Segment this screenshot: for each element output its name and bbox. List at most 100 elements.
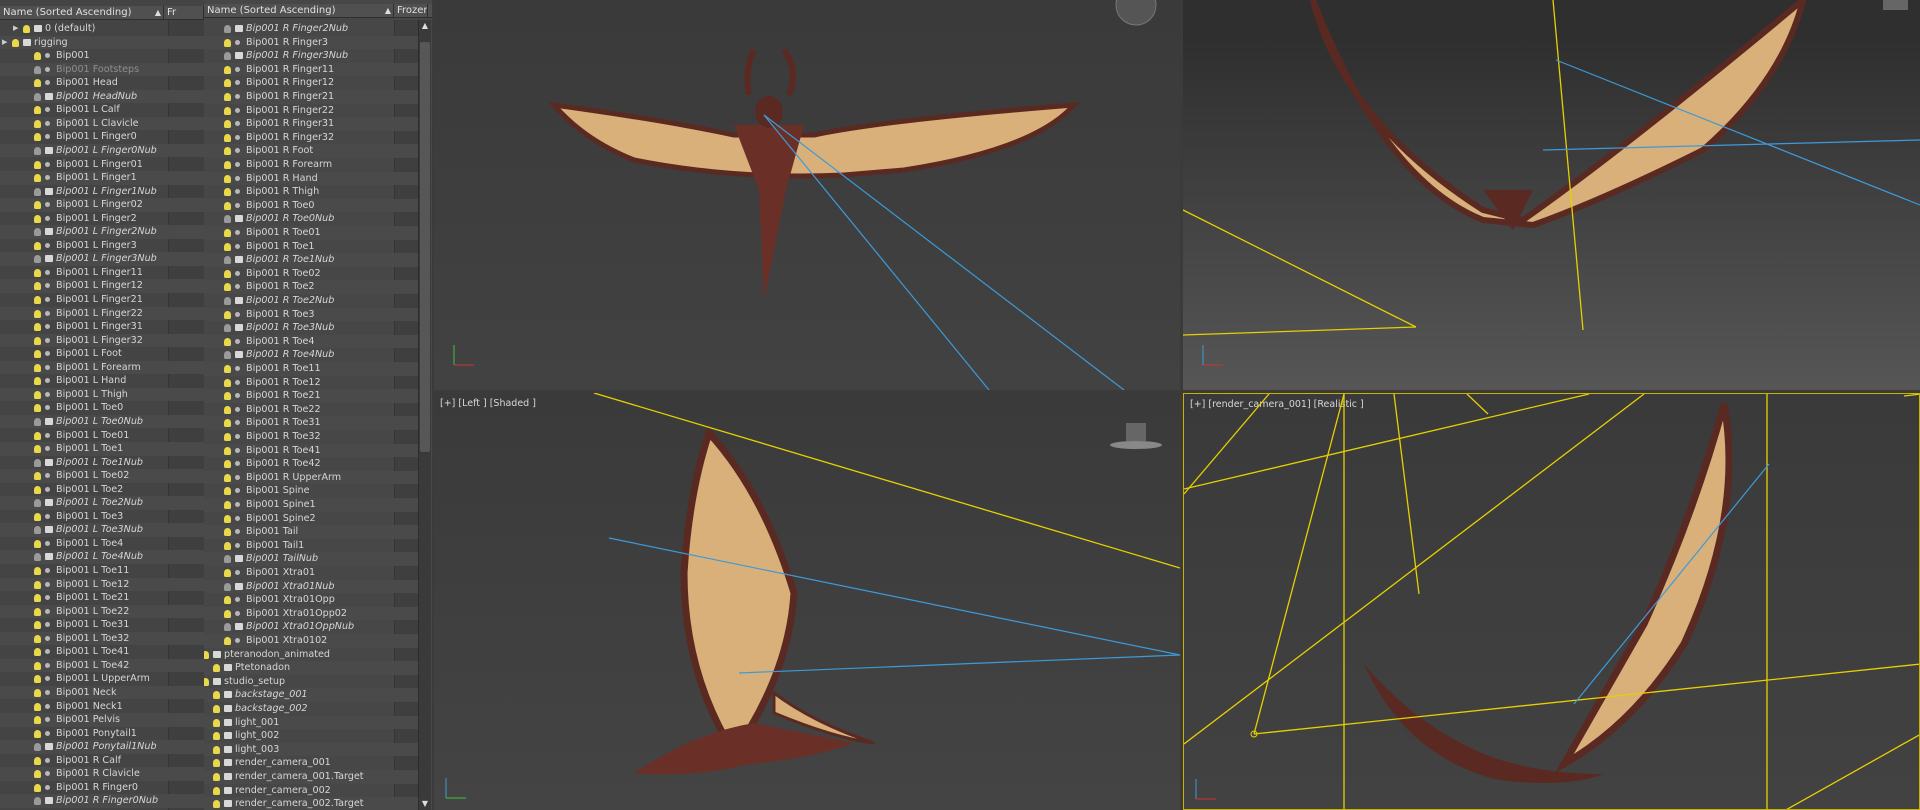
explorer-row[interactable]: Bip001 R Toe3 bbox=[204, 307, 432, 322]
explorer-row[interactable]: Bip001 L Toe21 bbox=[0, 591, 204, 605]
visibility-bulb-icon[interactable] bbox=[34, 472, 41, 481]
visibility-bulb-icon[interactable] bbox=[34, 688, 41, 697]
visibility-bulb-icon[interactable] bbox=[224, 25, 231, 33]
explorer-row[interactable]: Bip001 L Toe1 bbox=[0, 442, 204, 456]
explorer-row[interactable]: Bip001 R Thigh bbox=[204, 185, 432, 199]
visibility-bulb-icon[interactable] bbox=[213, 732, 220, 741]
explorer-row[interactable]: Bip001 Xtra01Opp02 bbox=[204, 606, 432, 621]
expand-arrow-icon[interactable]: ▶ bbox=[2, 36, 7, 50]
explorer-row[interactable]: Bip001 L Clavicle bbox=[0, 116, 204, 131]
visibility-bulb-icon[interactable] bbox=[34, 621, 41, 630]
visibility-bulb-icon[interactable] bbox=[213, 759, 220, 768]
explorer-row[interactable]: Bip001 R Toe3Nub bbox=[204, 321, 432, 335]
visibility-bulb-icon[interactable] bbox=[224, 147, 231, 156]
visibility-bulb-icon[interactable] bbox=[34, 187, 41, 196]
visibility-bulb-icon[interactable] bbox=[34, 336, 41, 345]
explorer-row[interactable]: Bip001 Xtra01Nub bbox=[204, 579, 432, 594]
visibility-bulb-icon[interactable] bbox=[34, 363, 41, 372]
explorer-row[interactable]: Bip001 R Toe0 bbox=[204, 198, 432, 213]
explorer-row[interactable]: Bip001 R Finger21 bbox=[204, 90, 432, 104]
explorer-row[interactable]: render_camera_002.Target bbox=[204, 797, 432, 810]
explorer-row[interactable]: Bip001 L Toe3 bbox=[0, 510, 204, 524]
explorer-row[interactable]: Bip001 L Toe4Nub bbox=[0, 550, 204, 564]
visibility-bulb-icon[interactable] bbox=[34, 228, 41, 237]
visibility-bulb-icon[interactable] bbox=[224, 596, 231, 605]
explorer-row[interactable]: Bip001 L Finger3Nub bbox=[0, 252, 204, 266]
explorer-row[interactable]: Bip001 L Finger0 bbox=[0, 130, 204, 144]
visibility-bulb-icon[interactable] bbox=[34, 499, 41, 508]
visibility-bulb-icon[interactable] bbox=[34, 417, 41, 426]
visibility-bulb-icon[interactable] bbox=[34, 743, 41, 752]
explorer-row[interactable]: Bip001 L Toe0 bbox=[0, 401, 204, 415]
explorer-row[interactable]: Bip001 L Calf bbox=[0, 103, 204, 117]
explorer-row[interactable]: Bip001 Pelvis bbox=[0, 713, 204, 727]
explorer-row[interactable]: Bip001 R Toe21 bbox=[204, 389, 432, 403]
viewport-camera[interactable]: [+] [render_camera_001] [Realistic ] bbox=[1183, 393, 1920, 810]
explorer-row[interactable]: Bip001 R Toe01 bbox=[204, 226, 432, 240]
explorer-row[interactable]: Ptetonadon bbox=[204, 661, 432, 675]
explorer-row[interactable]: Bip001 R Toe42 bbox=[204, 457, 432, 471]
visibility-bulb-icon[interactable] bbox=[34, 282, 41, 291]
explorer-row[interactable]: Bip001 L Toe3Nub bbox=[0, 523, 204, 537]
explorer-row[interactable]: render_camera_001 bbox=[204, 756, 432, 770]
explorer-row[interactable]: Bip001 R Toe32 bbox=[204, 430, 432, 444]
frozen-column-header[interactable]: Frozen bbox=[394, 4, 428, 17]
explorer-row[interactable]: Bip001 L Toe11 bbox=[0, 564, 204, 578]
explorer-row[interactable]: Bip001 Ponytail1 bbox=[0, 727, 204, 741]
explorer-row[interactable]: Bip001 L Toe41 bbox=[0, 645, 204, 659]
visibility-bulb-icon[interactable] bbox=[34, 174, 41, 183]
visibility-bulb-icon[interactable] bbox=[224, 365, 231, 373]
explorer-row[interactable]: Bip001 L UpperArm bbox=[0, 672, 204, 686]
explorer-row[interactable]: Bip001 R Toe4 bbox=[204, 334, 432, 349]
visibility-bulb-icon[interactable] bbox=[213, 664, 220, 673]
explorer-row[interactable]: Bip001 L Toe31 bbox=[0, 618, 204, 632]
visibility-bulb-icon[interactable] bbox=[204, 650, 209, 659]
explorer-row[interactable]: Bip001 L Toe32 bbox=[0, 631, 204, 646]
explorer-row[interactable]: Bip001 R Toe22 bbox=[204, 403, 432, 417]
visibility-bulb-icon[interactable] bbox=[34, 404, 41, 413]
scroll-up-icon[interactable]: ▲ bbox=[419, 20, 431, 32]
visibility-bulb-icon[interactable] bbox=[224, 637, 231, 645]
visibility-bulb-icon[interactable] bbox=[224, 283, 231, 292]
explorer-row[interactable]: Bip001 L Finger31 bbox=[0, 320, 204, 334]
explorer-row[interactable]: Bip001 Ponytail1Nub bbox=[0, 740, 204, 754]
visibility-bulb-icon[interactable] bbox=[34, 390, 41, 399]
visibility-bulb-icon[interactable] bbox=[34, 634, 41, 643]
explorer-row[interactable]: Bip001 R Toe1Nub bbox=[204, 253, 432, 267]
explorer-row[interactable]: Bip001 L Toe42 bbox=[0, 658, 204, 673]
explorer-row[interactable]: Bip001 R Finger32 bbox=[204, 131, 432, 145]
explorer-row[interactable]: ▶studio_setup bbox=[204, 675, 432, 689]
explorer-row[interactable]: Bip001 R Toe2 bbox=[204, 280, 432, 294]
visibility-bulb-icon[interactable] bbox=[224, 514, 231, 523]
explorer-row[interactable]: Bip001 R Toe4Nub bbox=[204, 348, 432, 362]
visibility-bulb-icon[interactable] bbox=[34, 607, 41, 616]
visibility-bulb-icon[interactable] bbox=[224, 351, 231, 360]
explorer-row[interactable]: Bip001 TailNub bbox=[204, 552, 432, 566]
visibility-bulb-icon[interactable] bbox=[12, 38, 19, 47]
explorer-row[interactable]: Bip001 R Toe02 bbox=[204, 267, 432, 281]
explorer-row[interactable]: Bip001 L Toe2Nub bbox=[0, 496, 204, 510]
explorer-row[interactable]: Bip001 L Thigh bbox=[0, 387, 204, 402]
explorer-row[interactable]: Bip001 L Toe02 bbox=[0, 469, 204, 483]
explorer-row[interactable]: Bip001 R Toe2Nub bbox=[204, 294, 432, 308]
visibility-bulb-icon[interactable] bbox=[34, 323, 41, 332]
visibility-bulb-icon[interactable] bbox=[224, 623, 231, 632]
visibility-bulb-icon[interactable] bbox=[224, 161, 231, 169]
explorer-row[interactable]: Bip001 R Toe41 bbox=[204, 443, 432, 458]
visibility-bulb-icon[interactable] bbox=[34, 594, 41, 603]
frozen-column-header[interactable]: Fr bbox=[164, 6, 204, 19]
visibility-bulb-icon[interactable] bbox=[224, 609, 231, 618]
explorer-row[interactable]: Bip001 bbox=[0, 49, 204, 63]
visibility-bulb-icon[interactable] bbox=[34, 377, 41, 386]
explorer-row[interactable]: Bip001 L Finger11 bbox=[0, 266, 204, 280]
visibility-bulb-icon[interactable] bbox=[224, 242, 231, 251]
visibility-bulb-icon[interactable] bbox=[224, 528, 231, 537]
visibility-bulb-icon[interactable] bbox=[224, 106, 231, 115]
visibility-bulb-icon[interactable] bbox=[34, 160, 41, 169]
viewport-perspective[interactable] bbox=[1183, 0, 1920, 390]
visibility-bulb-icon[interactable] bbox=[224, 215, 231, 224]
visibility-bulb-icon[interactable] bbox=[224, 378, 231, 387]
explorer-row[interactable]: Bip001 R Finger31 bbox=[204, 117, 432, 131]
explorer-row[interactable]: Bip001 L Finger2 bbox=[0, 212, 204, 226]
explorer-row[interactable]: Bip001 L Finger12 bbox=[0, 279, 204, 293]
